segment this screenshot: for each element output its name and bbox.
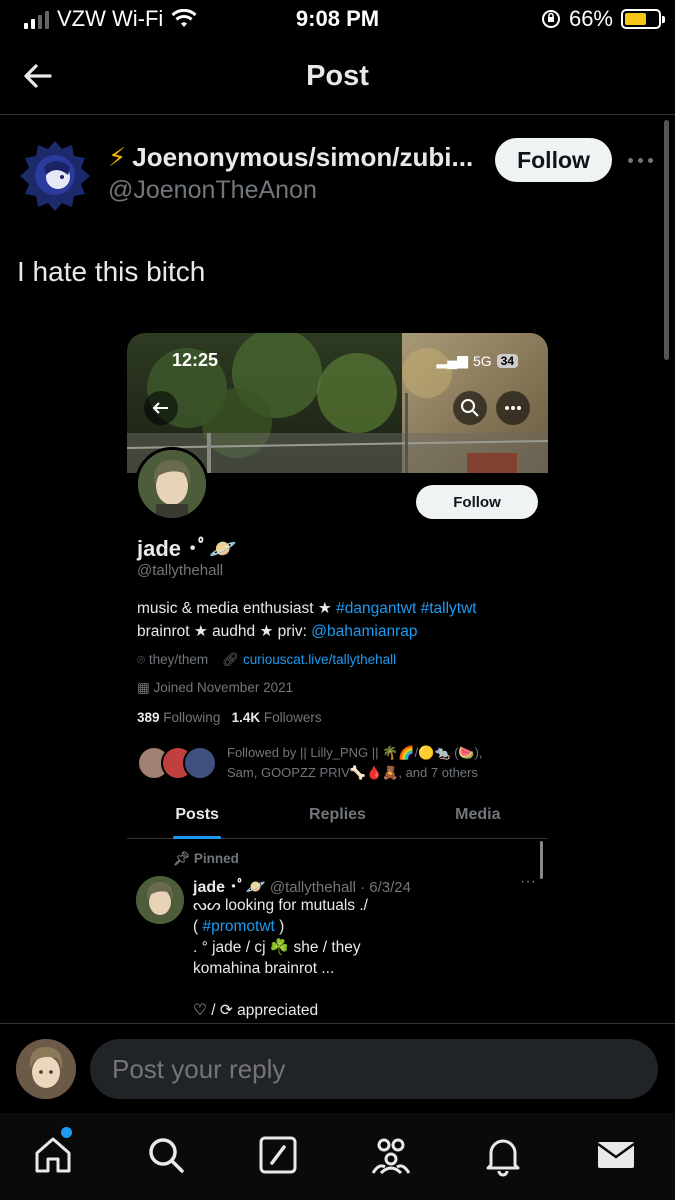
followed-by-text: Followed by || Lilly_PNG || 🌴🌈/🟡🐀 (🍉), S… <box>227 743 537 783</box>
pinned-post-meta: @tallythehall · 6/3/24 <box>269 879 411 896</box>
followers-count: 1.4K <box>231 710 261 725</box>
embed-search-icon <box>453 391 487 425</box>
embed-network: 5G <box>472 352 492 369</box>
pinned-post-text: ᔓᔕ looking for mutuals ./ ( #promotwt ) … <box>193 895 533 1021</box>
pin-icon: 📌︎ <box>173 851 194 866</box>
embed-more-icon <box>496 391 530 425</box>
header: Post <box>0 40 675 115</box>
pinned-line-5: ♡ / ⟳ appreciated <box>193 1002 319 1019</box>
follower-avatar <box>183 746 217 780</box>
search-icon <box>149 1138 184 1173</box>
embed-profile-tabs: Posts Replies Media <box>127 801 548 839</box>
lightning-icon: ⚡ <box>108 142 127 172</box>
bottom-nav <box>0 1113 675 1200</box>
page-title: Post <box>306 60 369 92</box>
nav-notifications[interactable] <box>481 1133 531 1179</box>
pinned-line-4: komahina brainrot ... <box>193 960 335 977</box>
embed-follow-button: Follow <box>416 485 538 519</box>
user-avatar[interactable] <box>16 1039 76 1099</box>
embed-joined: ▦ Joined November 2021 <box>137 680 293 696</box>
followers-label: Followers <box>263 710 322 725</box>
bio-text-1: music & media enthusiast ★ <box>137 600 337 617</box>
reply-input[interactable] <box>90 1039 658 1099</box>
pinned-more-icon: ··· <box>520 873 536 890</box>
author-name[interactable]: ⚡ Joenonymous/simon/zubi... <box>108 142 488 173</box>
nav-communities[interactable] <box>369 1133 419 1179</box>
followed-by-line-2: Sam, GOOPZZ PRIV🦴🩸🧸, and 7 others <box>227 765 478 780</box>
nav-compose[interactable] <box>256 1133 306 1179</box>
calendar-icon: ▦ <box>137 680 154 695</box>
bio-text-2: brainrot ★ audhd ★ priv: <box>137 623 312 640</box>
following-label: Following <box>163 710 221 725</box>
battery-info: 66% <box>541 6 665 32</box>
pronouns-item: ⌾ they/them <box>137 652 208 668</box>
pinned-line-3: . ° jade / cj ☘️ she / they <box>193 939 361 956</box>
home-icon <box>35 1137 71 1173</box>
nav-search[interactable] <box>144 1133 194 1179</box>
reply-bar <box>0 1023 675 1113</box>
communities-icon <box>371 1138 411 1175</box>
embed-display-name: jade ･ﾟ🪐 <box>137 536 237 561</box>
compose-icon <box>259 1136 297 1174</box>
nav-home[interactable] <box>31 1127 81 1179</box>
embed-status: ▂▄▆ 5G 34 <box>436 352 518 369</box>
embed-profile-avatar <box>135 447 209 521</box>
author-handle[interactable]: @JoenonTheAnon <box>108 176 317 205</box>
following-count: 389 <box>137 710 160 725</box>
followed-by-avatars <box>137 746 219 782</box>
pinned-text: Pinned <box>193 851 239 866</box>
author-avatar[interactable] <box>16 137 94 215</box>
pinned-line-2-close: ) <box>274 918 285 935</box>
tab-replies: Replies <box>309 806 366 823</box>
embed-scrollbar <box>540 841 543 879</box>
link-icon: 🔗︎ <box>222 652 244 667</box>
tab-media: Media <box>455 806 501 823</box>
embed-battery: 34 <box>496 353 518 368</box>
more-options-icon[interactable] <box>628 150 658 170</box>
embed-follow-stats: 389 Following 1.4K Followers <box>137 710 322 725</box>
scrollbar[interactable] <box>664 120 669 360</box>
pinned-line-1: ᔓᔕ looking for mutuals ./ <box>193 897 368 914</box>
pinned-label: 📌︎ Pinned <box>173 851 239 867</box>
embed-clock: 12:25 <box>172 350 219 370</box>
pinned-post-name: jade ･ﾟ🪐 <box>193 879 266 896</box>
orientation-lock-icon <box>541 10 560 28</box>
joined-date: Joined November 2021 <box>153 680 294 695</box>
website-item: 🔗︎ curiouscat.live/tallythehall <box>222 652 396 668</box>
location-pin-icon: ⌾ <box>137 652 149 667</box>
embed-meta: ⌾ they/them 🔗︎ curiouscat.live/tallytheh… <box>137 652 396 668</box>
nav-messages[interactable] <box>594 1133 644 1179</box>
attached-image[interactable]: 12:25 ▂▄▆ 5G 34 Follow jade ･ﾟ🪐 @tallyth… <box>127 333 548 1023</box>
pinned-hashtag: #promotwt <box>202 918 275 935</box>
author-name-text: Joenonymous/simon/zubi... <box>132 142 474 172</box>
post-text: I hate this bitch <box>17 256 206 287</box>
tab-posts: Posts <box>127 801 267 839</box>
battery-fill <box>625 13 647 25</box>
website-link: curiouscat.live/tallythehall <box>243 652 397 667</box>
embed-signal-icon: ▂▄▆ <box>436 352 468 368</box>
battery-percent: 66% <box>568 6 613 31</box>
bio-hashtags: #dangantwt #tallytwt <box>336 600 477 617</box>
pronouns: they/them <box>148 652 209 667</box>
notifications-icon <box>486 1139 520 1177</box>
embed-bio: music & media enthusiast ★ #dangantwt #t… <box>137 597 537 643</box>
bio-mention: @bahamianrap <box>311 623 418 640</box>
pinned-post-header: jade ･ﾟ🪐 @tallythehall · 6/3/24 <box>193 873 411 897</box>
status-bar: VZW Wi-Fi 9:08 PM 66% <box>0 0 675 40</box>
embed-handle: @tallythehall <box>137 562 224 579</box>
pinned-post-avatar <box>136 876 184 924</box>
follow-button[interactable]: Follow <box>495 138 612 182</box>
embed-back-icon <box>144 391 178 425</box>
followed-by-line-1: Followed by || Lilly_PNG || 🌴🌈/🟡🐀 (🍉), <box>227 745 483 760</box>
battery-icon <box>621 9 665 29</box>
messages-icon <box>597 1142 635 1168</box>
